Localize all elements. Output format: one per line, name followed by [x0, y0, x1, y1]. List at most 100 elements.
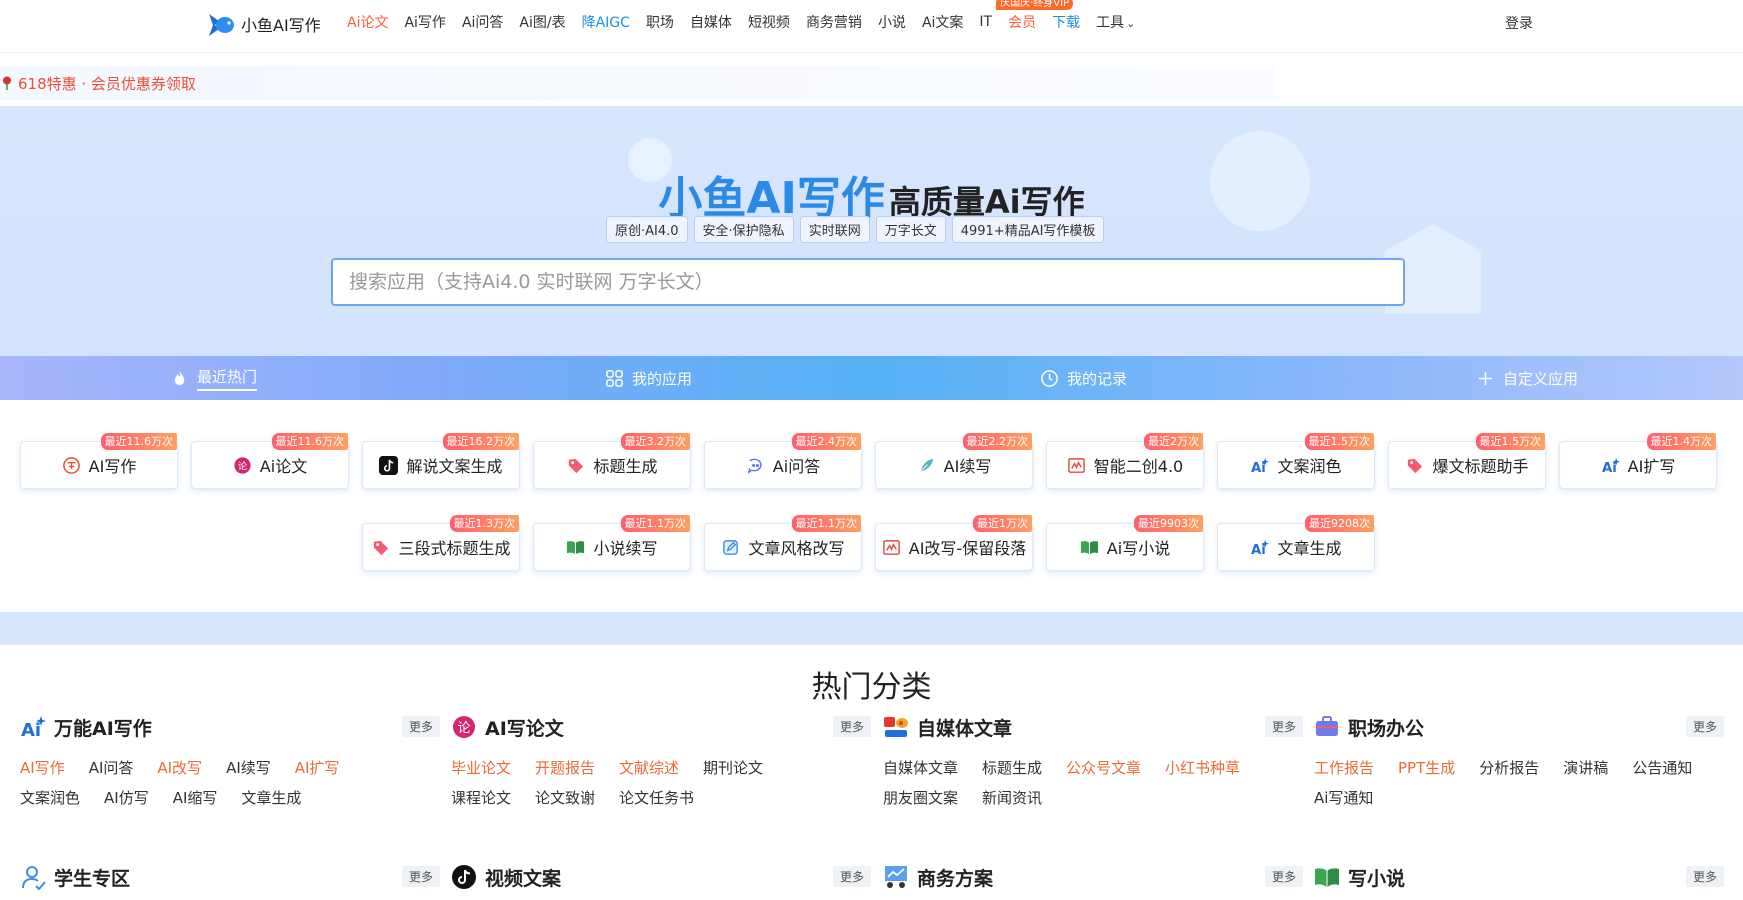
- category-link[interactable]: 标题生成: [982, 758, 1042, 779]
- nav-ai-copy[interactable]: Ai文案: [922, 12, 963, 32]
- login-button[interactable]: 登录: [1505, 13, 1533, 33]
- promo-notice[interactable]: 618特惠 · 会员优惠券领取: [0, 66, 1277, 100]
- more-button[interactable]: 更多: [1264, 716, 1303, 737]
- nav-ai-image-table[interactable]: Ai图/表: [519, 12, 565, 32]
- category-link[interactable]: 朋友圈文案: [883, 788, 958, 809]
- tiktok-icon: [379, 455, 399, 475]
- category-link[interactable]: 文案润色: [20, 788, 80, 809]
- app-card-ai-write[interactable]: 最近11.6万次 AI写作: [20, 433, 178, 489]
- category-link[interactable]: 毕业论文: [451, 758, 511, 779]
- app-search-input[interactable]: [331, 258, 1405, 306]
- category-name: 写小说: [1348, 867, 1406, 890]
- app-card-ai-continue[interactable]: 最近2.2万次 AI续写: [875, 433, 1033, 489]
- category-name: 自媒体文章: [917, 717, 1013, 740]
- app-card-label: 解说文案生成: [406, 457, 503, 476]
- category-link[interactable]: 文章生成: [241, 788, 301, 809]
- app-card-article-gen[interactable]: 最近9208次 Ai 文章生成: [1217, 515, 1375, 571]
- more-button[interactable]: 更多: [401, 866, 440, 887]
- category-link[interactable]: 开题报告: [535, 758, 595, 779]
- nav-business-marketing[interactable]: 商务营销: [806, 12, 862, 32]
- category-link[interactable]: 公众号文章: [1066, 758, 1141, 779]
- feature-tag: 实时联网: [799, 216, 870, 243]
- book-icon: [567, 540, 585, 554]
- more-button[interactable]: 更多: [401, 716, 440, 737]
- category-link[interactable]: AI写作: [20, 758, 65, 779]
- nav-ai-qa[interactable]: Ai问答: [462, 12, 503, 32]
- more-button[interactable]: 更多: [832, 866, 871, 887]
- category-link[interactable]: 课程论文: [451, 788, 511, 809]
- category-link[interactable]: AI缩写: [173, 788, 218, 809]
- business-icon: [885, 866, 907, 888]
- nav-ai-write[interactable]: Ai写作: [404, 12, 445, 32]
- category-link[interactable]: AI扩写: [295, 758, 340, 779]
- category-link[interactable]: 期刊论文: [703, 758, 763, 779]
- app-card-style-rewrite[interactable]: 最近1.1万次 文章风格改写: [704, 515, 862, 571]
- app-card-title-gen[interactable]: 最近3.2万次 标题生成: [533, 433, 691, 489]
- category-link[interactable]: 分析报告: [1479, 758, 1539, 779]
- nav-download[interactable]: 下载: [1052, 12, 1080, 32]
- category-link[interactable]: AI改写: [157, 758, 202, 779]
- tab-my-apps[interactable]: 我的应用: [605, 356, 692, 400]
- category-link[interactable]: Ai写通知: [1314, 788, 1373, 809]
- category-link[interactable]: 文献综述: [619, 758, 679, 779]
- feature-tag: 万字长文: [875, 216, 946, 243]
- hero-banner: 小鱼AI写作 高质量Ai写作 原创·AI4.0 安全·保护隐私 实时联网 万字长文…: [0, 106, 1743, 356]
- app-card-three-part-title[interactable]: 最近1.3万次 三段式标题生成: [362, 515, 520, 571]
- nav-short-video[interactable]: 短视频: [748, 12, 790, 32]
- category-link[interactable]: 工作报告: [1314, 758, 1374, 779]
- more-button[interactable]: 更多: [832, 716, 871, 737]
- app-card-ai-novel[interactable]: 最近9903次 Ai写小说: [1046, 515, 1204, 571]
- category-link[interactable]: 新闻资讯: [982, 788, 1042, 809]
- tab-recent-hot[interactable]: 最近热门: [170, 356, 258, 400]
- app-card-smart-recreate[interactable]: 最近2万次 智能二创4.0: [1046, 433, 1204, 489]
- nav-it[interactable]: IT: [979, 14, 992, 30]
- app-card-novel-continue[interactable]: 最近1.1万次 小说续写: [533, 515, 691, 571]
- more-button[interactable]: 更多: [1685, 716, 1724, 737]
- category-link[interactable]: 自媒体文章: [883, 758, 958, 779]
- app-card-ai-paper[interactable]: 最近11.6万次 论 Ai论文: [191, 433, 349, 489]
- tab-my-records[interactable]: 我的记录: [1040, 356, 1127, 400]
- usage-badge: 最近11.6万次: [271, 433, 348, 450]
- nav-self-media[interactable]: 自媒体: [690, 12, 732, 32]
- more-button[interactable]: 更多: [1685, 866, 1724, 887]
- app-card-narration-copy[interactable]: 最近16.2万次 解说文案生成: [362, 433, 520, 489]
- category-link[interactable]: AI仿写: [104, 788, 149, 809]
- usage-badge: 最近2.2万次: [962, 433, 1032, 450]
- app-card-copy-polish[interactable]: 最近1.5万次 Ai 文案润色: [1217, 433, 1375, 489]
- nav-ai-paper[interactable]: Ai论文: [347, 12, 388, 32]
- category-link[interactable]: 小红书种草: [1165, 758, 1240, 779]
- category-ai-paper: 论 AI写论文 更多 毕业论文 开题报告 文献综述 期刊论文 课程论文 论文致谢…: [451, 712, 871, 809]
- ai-write-icon: [62, 456, 80, 474]
- category-link[interactable]: AI问答: [89, 758, 134, 779]
- app-card-ai-qa[interactable]: 最近2.4万次 Ai问答: [704, 433, 862, 489]
- app-card-viral-title[interactable]: 最近1.5万次 爆文标题助手: [1388, 433, 1546, 489]
- category-workplace-office: 职场办公 更多 工作报告 PPT生成 分析报告 演讲稿 公告通知 Ai写通知: [1314, 712, 1724, 809]
- tab-custom-apps[interactable]: 自定义应用: [1476, 356, 1578, 400]
- nav-workplace[interactable]: 职场: [646, 12, 674, 32]
- ai-spark-icon: Ai: [1251, 539, 1270, 557]
- nav-vip[interactable]: 庆国庆·终身VIP 会员: [996, 0, 1074, 32]
- category-link[interactable]: 论文任务书: [619, 788, 694, 809]
- grid-icon: [606, 369, 623, 387]
- app-card-rewrite-keep-paragraph[interactable]: 最近1万次 AI改写-保留段落: [875, 515, 1033, 571]
- usage-badge: 最近9903次: [1134, 515, 1203, 532]
- app-card-ai-expand[interactable]: 最近1.4万次 Ai AI扩写: [1559, 433, 1717, 489]
- site-logo[interactable]: 小鱼AI写作: [205, 9, 321, 39]
- more-button[interactable]: 更多: [1264, 866, 1303, 887]
- app-card-label: 标题生成: [593, 457, 658, 476]
- category-link[interactable]: PPT生成: [1398, 758, 1455, 779]
- nav-tools-dropdown[interactable]: 工具 ⌄: [1096, 12, 1135, 32]
- svg-text:Ai: Ai: [1602, 461, 1617, 475]
- category-name: 视频文案: [485, 867, 562, 890]
- nav-novel[interactable]: 小说: [878, 12, 906, 32]
- feature-tags: 原创·AI4.0 安全·保护隐私 实时联网 万字长文 4991+精品AI写作模板: [606, 216, 1105, 243]
- paper-icon: 论: [234, 456, 251, 474]
- vip-promo-badge: 庆国庆·终身VIP: [996, 0, 1074, 10]
- category-link[interactable]: 公告通知: [1632, 758, 1692, 779]
- category-link[interactable]: 论文致谢: [535, 788, 595, 809]
- nav-reduce-aigc[interactable]: 降AIGC: [582, 12, 630, 32]
- category-link[interactable]: 演讲稿: [1563, 758, 1608, 779]
- top-header: 小鱼AI写作 Ai论文 Ai写作 Ai问答 Ai图/表 降AIGC 职场 自媒体…: [0, 0, 1743, 53]
- book-icon: [1080, 540, 1098, 554]
- category-link[interactable]: AI续写: [226, 758, 271, 779]
